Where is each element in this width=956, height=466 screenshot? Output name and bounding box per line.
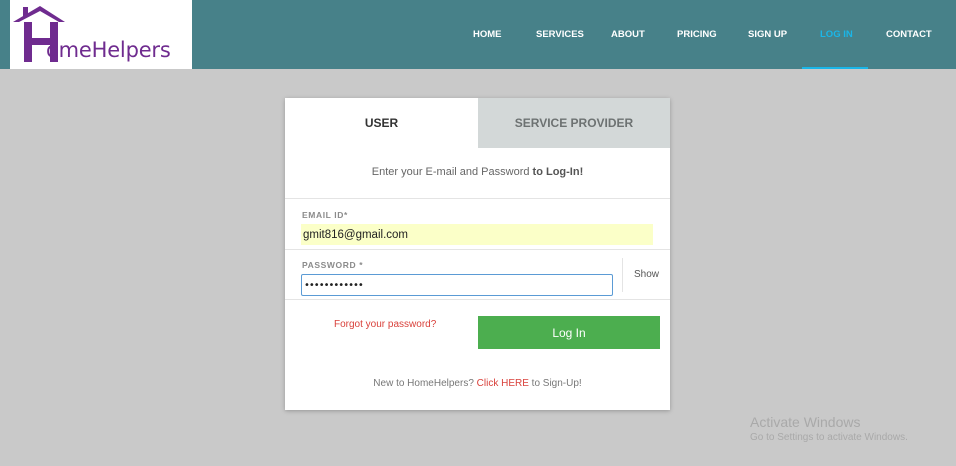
tab-user[interactable]: USER bbox=[285, 98, 478, 148]
intro-emphasis: to Log-In! bbox=[532, 166, 584, 178]
signup-link[interactable]: Click HERE bbox=[477, 378, 529, 389]
nav-about[interactable]: ABOUT bbox=[611, 29, 645, 40]
login-instructions: Enter your E-mail and Password to Log-In… bbox=[285, 166, 670, 178]
login-card: USER SERVICE PROVIDER Enter your E-mail … bbox=[285, 98, 670, 410]
password-label: PASSWORD * bbox=[302, 260, 364, 270]
homehelpers-logo[interactable]: omeHelpers bbox=[10, 0, 192, 69]
show-separator bbox=[622, 258, 623, 292]
divider bbox=[285, 249, 670, 250]
nav-contact[interactable]: CONTACT bbox=[886, 29, 932, 40]
signup-suffix: to Sign-Up! bbox=[528, 378, 582, 389]
show-password-button[interactable]: Show bbox=[634, 269, 659, 280]
nav-log-in[interactable]: LOG IN bbox=[820, 29, 853, 40]
signup-prefix: New to HomeHelpers? bbox=[373, 378, 477, 389]
intro-text: Enter your E-mail and Password bbox=[371, 166, 533, 178]
signup-prompt: New to HomeHelpers? Click HERE to Sign-U… bbox=[285, 378, 670, 389]
logo-wordmark: omeHelpers bbox=[46, 38, 171, 62]
divider bbox=[285, 198, 670, 199]
nav-services[interactable]: SERVICES bbox=[536, 29, 584, 40]
active-nav-indicator bbox=[802, 67, 868, 69]
windows-activation-subtitle: Go to Settings to activate Windows. bbox=[750, 432, 908, 443]
email-label: EMAIL ID* bbox=[302, 210, 348, 220]
password-field[interactable] bbox=[301, 274, 613, 296]
email-field[interactable] bbox=[301, 224, 653, 245]
tab-service-provider[interactable]: SERVICE PROVIDER bbox=[478, 98, 670, 148]
nav-pricing[interactable]: PRICING bbox=[677, 29, 717, 40]
windows-activation-title: Activate Windows bbox=[750, 414, 861, 430]
top-navbar: omeHelpers HOME SERVICES ABOUT PRICING S… bbox=[0, 0, 956, 69]
nav-sign-up[interactable]: SIGN UP bbox=[748, 29, 787, 40]
nav-home[interactable]: HOME bbox=[473, 29, 502, 40]
divider bbox=[285, 299, 670, 300]
log-in-button[interactable]: Log In bbox=[478, 316, 660, 349]
forgot-password-link[interactable]: Forgot your password? bbox=[334, 319, 436, 330]
